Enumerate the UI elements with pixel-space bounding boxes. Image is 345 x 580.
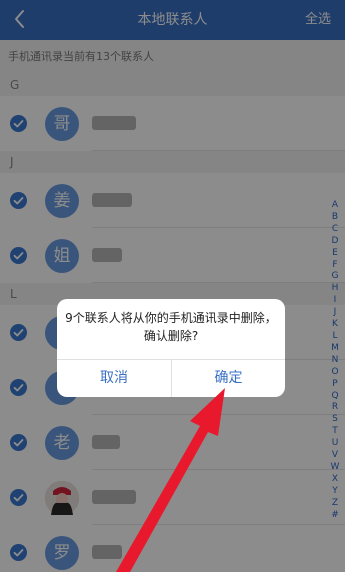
dialog-message-line2: 确认删除? xyxy=(143,329,199,343)
confirm-button[interactable]: 确定 xyxy=(172,360,285,397)
cancel-button[interactable]: 取消 xyxy=(57,360,171,397)
dialog-message-line1: 9个联系人将从你的手机通讯录中删除， xyxy=(65,311,277,325)
dialog-message: 9个联系人将从你的手机通讯录中删除， 确认删除? xyxy=(57,309,285,345)
modal-overlay xyxy=(0,0,345,572)
confirm-delete-dialog: 9个联系人将从你的手机通讯录中删除， 确认删除? 取消 确定 xyxy=(57,299,285,397)
